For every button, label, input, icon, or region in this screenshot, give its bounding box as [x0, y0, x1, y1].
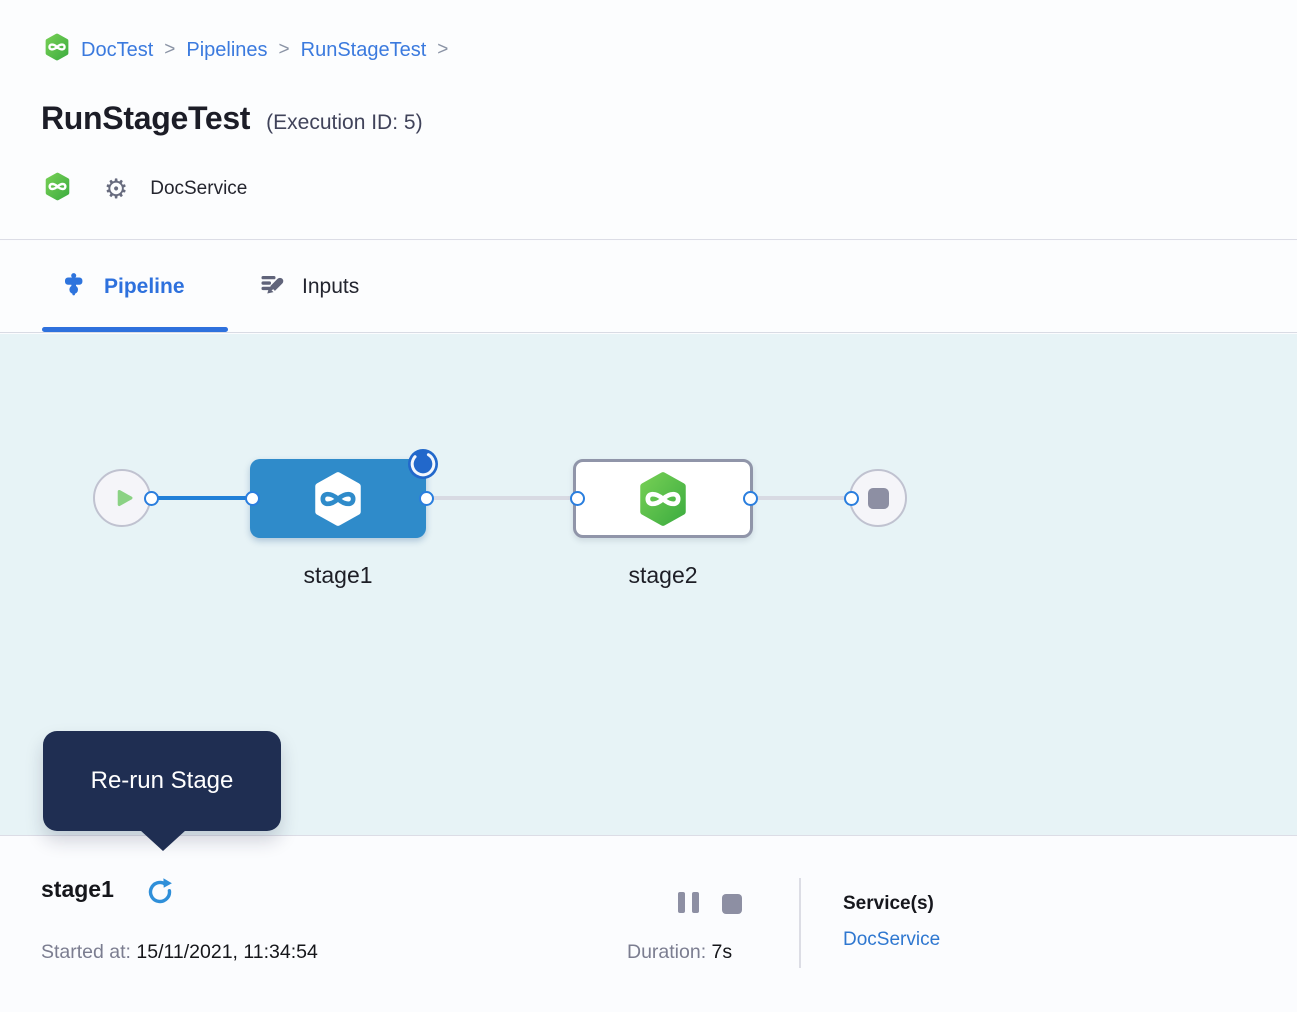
pause-button[interactable] [678, 892, 699, 913]
page-title: RunStageTest [41, 100, 250, 137]
execution-id: (Execution ID: 5) [266, 111, 422, 135]
started-at-label: Started at: [41, 941, 131, 963]
rerun-stage-tooltip-text: Re-run Stage [91, 767, 234, 795]
footer-divider [799, 878, 801, 968]
connector-dot [245, 491, 260, 506]
pipeline-execution-page: DocTest > Pipelines > RunStageTest > Run… [0, 0, 1297, 1012]
gear-icon: ⚙ [104, 176, 128, 203]
connector-dot [844, 491, 859, 506]
started-at: Started at: 15/11/2021, 11:34:54 [41, 941, 318, 964]
stage2-label: stage2 [573, 562, 753, 589]
pipeline-icon [62, 272, 86, 301]
connector-dot [144, 491, 159, 506]
breadcrumb-separator: > [279, 39, 290, 61]
active-tab-underline [42, 327, 228, 332]
pause-icon [692, 892, 699, 913]
connector-dot [419, 491, 434, 506]
tab-pipeline[interactable]: Pipeline [42, 241, 228, 332]
breadcrumb: DocTest > Pipelines > RunStageTest > [44, 33, 448, 67]
tab-bar: Pipeline Inputs [0, 241, 1297, 333]
rerun-stage-tooltip: Re-run Stage [43, 731, 281, 831]
duration: Duration: 7s [627, 941, 732, 964]
connector-stage2-end [750, 496, 851, 500]
started-at-value: 15/11/2021, 11:34:54 [131, 941, 318, 963]
harness-stage-icon-white [312, 471, 364, 527]
running-spinner-icon [407, 448, 439, 480]
breadcrumb-separator: > [437, 39, 448, 61]
tab-inputs-label: Inputs [302, 275, 359, 299]
services-label: Service(s) [843, 893, 934, 915]
stop-button[interactable] [722, 894, 742, 914]
inputs-icon [260, 271, 286, 302]
stage-node-stage1[interactable] [250, 459, 426, 538]
stage1-label: stage1 [250, 562, 426, 589]
duration-value: 7s [706, 941, 732, 963]
pause-icon [678, 892, 685, 913]
execution-footer: stage1 Started at: 15/11/2021, 11:34:54 … [0, 835, 1297, 1012]
duration-label: Duration: [627, 941, 706, 963]
breadcrumb-link-pipeline[interactable]: RunStageTest [301, 39, 427, 62]
breadcrumb-link-project[interactable]: DocTest [81, 39, 153, 62]
pipeline-start-node [93, 469, 151, 527]
header: DocTest > Pipelines > RunStageTest > Run… [0, 0, 1297, 240]
breadcrumb-link-pipelines[interactable]: Pipelines [186, 39, 267, 62]
service-row: ⚙ DocService [44, 172, 247, 206]
pipeline-canvas: stage1 stage2 Re-run Stage [0, 334, 1297, 835]
harness-stage-icon-green [637, 471, 689, 527]
tab-inputs[interactable]: Inputs [252, 241, 359, 332]
connector-start-stage1 [152, 496, 252, 500]
breadcrumb-separator: > [164, 39, 175, 61]
play-icon [111, 485, 137, 511]
harness-logo-icon [44, 172, 71, 206]
harness-logo-icon [44, 33, 70, 67]
footer-stage-name: stage1 [41, 876, 114, 903]
service-link[interactable]: DocService [843, 929, 940, 951]
tab-pipeline-label: Pipeline [104, 275, 185, 299]
rerun-stage-button[interactable] [145, 876, 177, 908]
title-row: RunStageTest (Execution ID: 5) [41, 100, 423, 137]
stage-node-stage2[interactable] [573, 459, 753, 538]
connector-stage1-stage2 [426, 496, 577, 500]
stop-square-icon [868, 488, 889, 509]
connector-dot [570, 491, 585, 506]
connector-dot [743, 491, 758, 506]
header-service-name: DocService [150, 178, 247, 200]
